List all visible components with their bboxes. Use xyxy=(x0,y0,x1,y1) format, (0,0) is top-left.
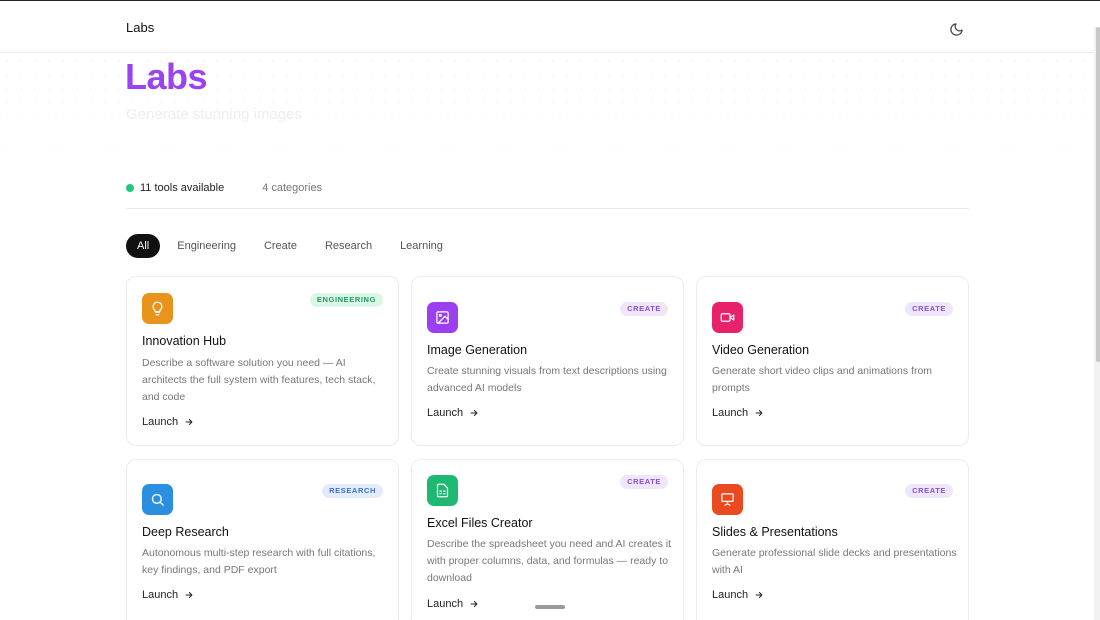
arrow-right-icon xyxy=(185,592,193,598)
category-badge: RESEARCH xyxy=(322,484,383,498)
arrow-right-icon xyxy=(470,410,478,416)
launch-label: Launch xyxy=(427,407,464,419)
tool-icon-box xyxy=(142,293,173,324)
tool-icon-box xyxy=(712,302,743,333)
filter-tab-engineering[interactable]: Engineering xyxy=(164,234,249,258)
moon-icon xyxy=(949,22,963,36)
arrow-right-icon xyxy=(755,410,763,416)
status-dot xyxy=(126,184,134,192)
launch-label: Launch xyxy=(142,416,179,428)
tool-title: Excel Files Creator xyxy=(427,516,533,530)
launch-label: Launch xyxy=(712,407,749,419)
tool-icon-box xyxy=(427,475,458,506)
launch-label: Launch xyxy=(142,589,179,601)
launch-link[interactable]: Launch xyxy=(427,598,479,610)
tool-title: Deep Research xyxy=(142,525,229,539)
tool-icon-box xyxy=(142,484,173,515)
divider xyxy=(126,208,969,209)
lightbulb-icon xyxy=(152,301,163,316)
page-title: Labs xyxy=(125,56,208,97)
tool-card-slides-presentations[interactable]: CREATE Slides & Presentations Generate p… xyxy=(696,459,969,620)
launch-link[interactable]: Launch xyxy=(142,416,194,428)
filter-tab-research[interactable]: Research xyxy=(312,234,385,258)
category-badge: CREATE xyxy=(905,302,953,316)
scrollbar-thumb[interactable] xyxy=(1096,27,1100,362)
launch-link[interactable]: Launch xyxy=(427,407,479,419)
brand-label[interactable]: Labs xyxy=(126,20,154,35)
tool-description: Autonomous multi-step research with full… xyxy=(142,547,376,576)
tool-title: Image Generation xyxy=(427,343,528,357)
filter-tab-all[interactable]: All xyxy=(126,234,161,258)
tool-icon-box xyxy=(712,484,743,515)
arrow-right-icon xyxy=(755,592,763,598)
tool-description: Generate professional slide decks and pr… xyxy=(712,547,957,576)
arrow-right-icon xyxy=(185,419,193,425)
category-badge: CREATE xyxy=(620,475,668,489)
filter-tabs: All Engineering Create Research Learning xyxy=(126,234,458,258)
categories-count: 4 categories xyxy=(262,182,323,194)
launch-link[interactable]: Launch xyxy=(712,407,764,419)
tools-count: 11 tools available xyxy=(140,182,225,194)
arrow-right-icon xyxy=(470,601,478,607)
stats-row: 11 tools available 4 categories xyxy=(126,182,322,194)
launch-link[interactable]: Launch xyxy=(142,589,194,601)
spreadsheet-icon xyxy=(436,483,449,498)
launch-label: Launch xyxy=(712,589,749,601)
tool-description: Create stunning visuals from text descri… xyxy=(427,365,667,394)
tool-description: Describe the spreadsheet you need and AI… xyxy=(427,538,671,584)
search-icon xyxy=(151,493,164,506)
tool-card-deep-research[interactable]: RESEARCH Deep Research Autonomous multi-… xyxy=(126,459,399,620)
tool-description: Generate short video clips and animation… xyxy=(712,365,933,394)
tool-title: Innovation Hub xyxy=(142,334,227,348)
launch-label: Launch xyxy=(427,598,464,610)
filter-tab-learning[interactable]: Learning xyxy=(387,234,456,258)
tool-card-innovation-hub[interactable]: ENGINEERING Innovation Hub Describe a so… xyxy=(126,276,399,446)
launch-link[interactable]: Launch xyxy=(712,589,764,601)
image-icon xyxy=(436,311,449,324)
theme-toggle-button[interactable] xyxy=(945,18,967,40)
tool-description: Describe a software solution you need — … xyxy=(142,357,376,403)
category-badge: CREATE xyxy=(905,484,953,498)
tool-card-video-generation[interactable]: CREATE Video Generation Generate short v… xyxy=(696,276,969,446)
top-header: Labs xyxy=(0,1,1100,53)
filter-tab-create[interactable]: Create xyxy=(251,234,310,258)
category-badge: CREATE xyxy=(620,302,668,316)
tool-icon-box xyxy=(427,302,458,333)
tool-title: Video Generation xyxy=(712,343,810,357)
video-icon xyxy=(720,313,735,322)
category-badge: ENGINEERING xyxy=(309,293,383,307)
tool-title: Slides & Presentations xyxy=(712,525,838,539)
tool-card-image-generation[interactable]: CREATE Image Generation Create stunning … xyxy=(411,276,684,446)
page-subtitle: Generate stunning images xyxy=(126,106,302,123)
home-indicator xyxy=(535,605,565,609)
presentation-icon xyxy=(721,493,734,506)
tool-card-excel-files-creator[interactable]: CREATE Excel Files Creator Describe the … xyxy=(411,459,684,620)
